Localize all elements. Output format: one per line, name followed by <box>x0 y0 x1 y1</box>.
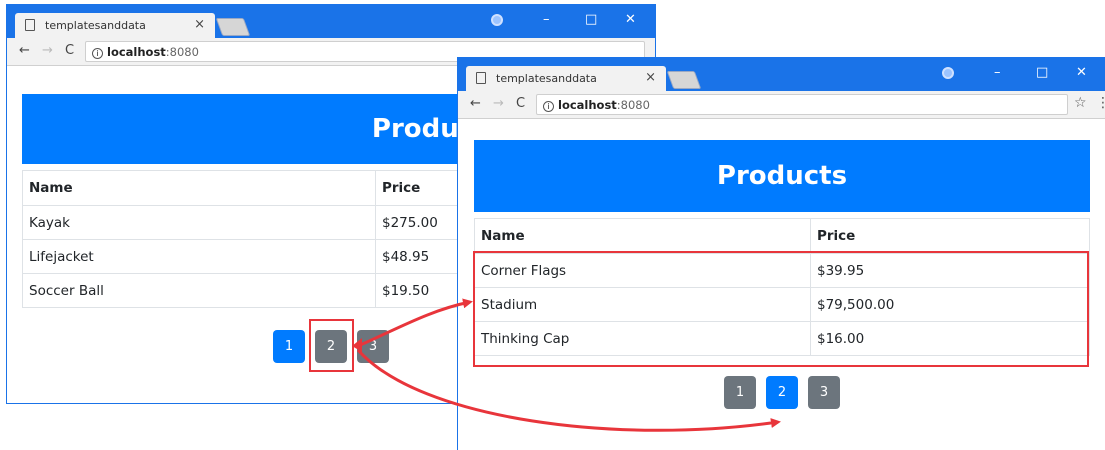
page-3-button[interactable]: 3 <box>808 376 840 409</box>
column-header-name: Name <box>22 170 376 206</box>
page-icon <box>25 19 35 31</box>
table-header-row: Name Price <box>474 218 1090 254</box>
close-window-button[interactable]: ✕ <box>625 12 636 28</box>
minimize-button[interactable]: – <box>543 12 550 28</box>
page-content: Products Name Price Corner Flags $39.95 … <box>458 120 1105 450</box>
page-1-button[interactable]: 1 <box>724 376 756 409</box>
title-bar: templatesanddata × – □ ✕ <box>7 5 655 38</box>
back-arrow-icon[interactable]: ← <box>19 43 30 58</box>
column-header-name: Name <box>474 218 811 254</box>
url-port: :8080 <box>165 45 199 59</box>
product-price: $16.00 <box>810 321 1090 356</box>
url-port: :8080 <box>616 98 650 112</box>
address-bar[interactable]: i localhost:8080 <box>536 94 1068 115</box>
page-1-button[interactable]: 1 <box>273 330 305 363</box>
maximize-button[interactable]: □ <box>585 12 597 28</box>
product-price: $39.95 <box>810 253 1090 288</box>
new-tab-button[interactable] <box>215 18 251 36</box>
forward-arrow-icon[interactable]: → <box>42 43 53 58</box>
reload-icon[interactable]: C <box>65 43 74 58</box>
forward-arrow-icon[interactable]: → <box>493 96 504 111</box>
product-price: $79,500.00 <box>810 287 1090 322</box>
bookmark-star-icon[interactable]: ☆ <box>1074 95 1087 111</box>
minimize-button[interactable]: – <box>994 65 1001 81</box>
page-2-button[interactable]: 2 <box>766 376 798 409</box>
column-header-price: Price <box>810 218 1090 254</box>
product-name: Kayak <box>22 205 376 240</box>
tab-close-icon[interactable]: × <box>194 17 205 32</box>
reload-icon[interactable]: C <box>516 96 525 111</box>
url-host: localhost <box>558 98 617 112</box>
tab-title: templatesanddata <box>496 72 597 85</box>
info-icon[interactable]: i <box>92 48 103 59</box>
tab-close-icon[interactable]: × <box>645 70 656 85</box>
page-title: Products <box>474 140 1090 212</box>
back-arrow-icon[interactable]: ← <box>470 96 481 111</box>
maximize-button[interactable]: □ <box>1036 65 1048 81</box>
tab-title: templatesanddata <box>45 19 146 32</box>
table-row: Thinking Cap $16.00 <box>474 321 1090 356</box>
product-name: Soccer Ball <box>22 273 376 308</box>
page-icon <box>476 72 486 84</box>
product-name: Corner Flags <box>474 253 811 288</box>
menu-icon[interactable]: ⋮ <box>1096 95 1105 111</box>
title-bar: templatesanddata × – □ ✕ <box>458 58 1105 91</box>
table-row: Stadium $79,500.00 <box>474 287 1090 322</box>
browser-toolbar: ← → C i localhost:8080 ☆ ⋮ <box>458 91 1105 119</box>
close-window-button[interactable]: ✕ <box>1076 65 1087 81</box>
browser-tab[interactable]: templatesanddata × <box>466 66 666 91</box>
page-2-button[interactable]: 2 <box>315 330 347 363</box>
info-icon[interactable]: i <box>543 101 554 112</box>
profile-icon[interactable] <box>491 14 503 26</box>
product-name: Thinking Cap <box>474 321 811 356</box>
products-table: Name Price Corner Flags $39.95 Stadium $… <box>474 218 1090 356</box>
browser-tab[interactable]: templatesanddata × <box>15 13 215 38</box>
product-name: Lifejacket <box>22 239 376 274</box>
product-name: Stadium <box>474 287 811 322</box>
new-tab-button[interactable] <box>666 71 702 89</box>
browser-window-page-2: templatesanddata × – □ ✕ ← → C i localhos… <box>457 57 1105 450</box>
url-host: localhost <box>107 45 166 59</box>
page-3-button[interactable]: 3 <box>357 330 389 363</box>
profile-icon[interactable] <box>942 67 954 79</box>
table-row: Corner Flags $39.95 <box>474 253 1090 288</box>
